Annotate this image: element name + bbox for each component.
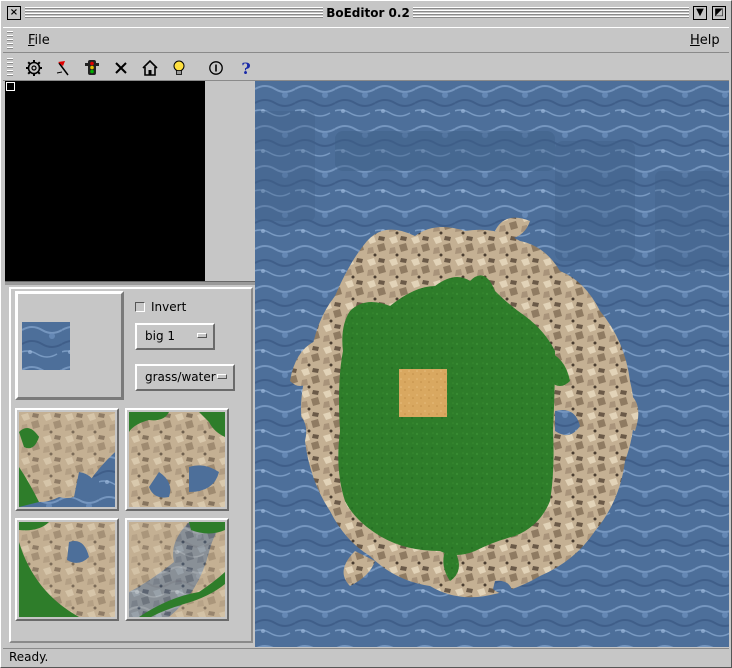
tool-whats-this[interactable]: ? bbox=[235, 58, 257, 78]
panel-splitter[interactable] bbox=[5, 281, 255, 285]
minimap[interactable] bbox=[5, 81, 205, 281]
invert-label: Invert bbox=[151, 300, 187, 314]
map-canvas[interactable] bbox=[255, 81, 729, 647]
preview-water-tile bbox=[22, 322, 70, 370]
status-bar: Ready. bbox=[3, 648, 729, 666]
app-window: × BoEditor 0.2 ▼ ◩ File Help ? Invert bi… bbox=[0, 0, 732, 668]
cross-icon bbox=[115, 62, 127, 74]
transition-tile-2[interactable] bbox=[125, 408, 229, 511]
transition-tile-4[interactable] bbox=[125, 518, 229, 621]
tile-preview bbox=[15, 291, 124, 400]
toolbar: ? bbox=[3, 55, 729, 81]
maximize-icon: ◩ bbox=[714, 7, 724, 18]
tool-hint[interactable] bbox=[168, 58, 190, 78]
tool-flag[interactable] bbox=[52, 58, 74, 78]
title-stripes-left bbox=[25, 7, 323, 19]
window-title: BoEditor 0.2 bbox=[326, 6, 410, 20]
toolbar-grip[interactable] bbox=[7, 58, 13, 78]
menu-help[interactable]: Help bbox=[690, 33, 720, 48]
terrain-type-select[interactable]: grass/water bbox=[135, 364, 235, 391]
question-icon: ? bbox=[241, 58, 251, 78]
title-stripes-right bbox=[413, 7, 689, 19]
house-icon bbox=[142, 59, 158, 76]
flag-icon bbox=[56, 61, 69, 76]
lightbulb-icon bbox=[173, 60, 185, 75]
brush-size-value: big 1 bbox=[145, 329, 176, 343]
tool-traffic-light[interactable] bbox=[81, 58, 103, 78]
tile-image bbox=[19, 522, 115, 617]
invert-option[interactable]: Invert bbox=[135, 300, 186, 314]
minimize-button[interactable]: ▼ bbox=[693, 6, 707, 20]
terrain-type-value: grass/water bbox=[145, 370, 216, 384]
tool-delete[interactable] bbox=[110, 58, 132, 78]
dropdown-indicator-icon bbox=[197, 333, 207, 338]
minimap-viewport-marker[interactable] bbox=[6, 82, 15, 91]
title-bar[interactable]: × BoEditor 0.2 ▼ ◩ bbox=[3, 3, 729, 23]
tool-info[interactable] bbox=[205, 58, 227, 78]
status-text: Ready. bbox=[9, 650, 49, 664]
gear-icon bbox=[26, 60, 42, 76]
tool-settings[interactable] bbox=[23, 58, 45, 78]
menubar-grip[interactable] bbox=[7, 31, 13, 51]
brush-size-select[interactable]: big 1 bbox=[135, 323, 215, 350]
close-icon: × bbox=[9, 7, 19, 18]
invert-checkbox[interactable] bbox=[135, 302, 145, 312]
tool-home[interactable] bbox=[139, 58, 161, 78]
tile-image bbox=[19, 412, 115, 507]
transition-tile-1[interactable] bbox=[15, 408, 119, 511]
transition-tile-3[interactable] bbox=[15, 518, 119, 621]
menu-file[interactable]: File bbox=[28, 33, 50, 48]
tile-image bbox=[129, 522, 225, 617]
close-button[interactable]: × bbox=[7, 6, 21, 20]
menu-bar: File Help bbox=[3, 27, 729, 53]
info-icon bbox=[209, 61, 223, 75]
minimize-icon: ▼ bbox=[696, 7, 704, 18]
traffic-light-icon bbox=[85, 60, 99, 75]
tile-image bbox=[129, 412, 225, 507]
maximize-button[interactable]: ◩ bbox=[712, 6, 726, 20]
dropdown-indicator-icon bbox=[217, 374, 227, 379]
map-view[interactable] bbox=[255, 81, 729, 647]
